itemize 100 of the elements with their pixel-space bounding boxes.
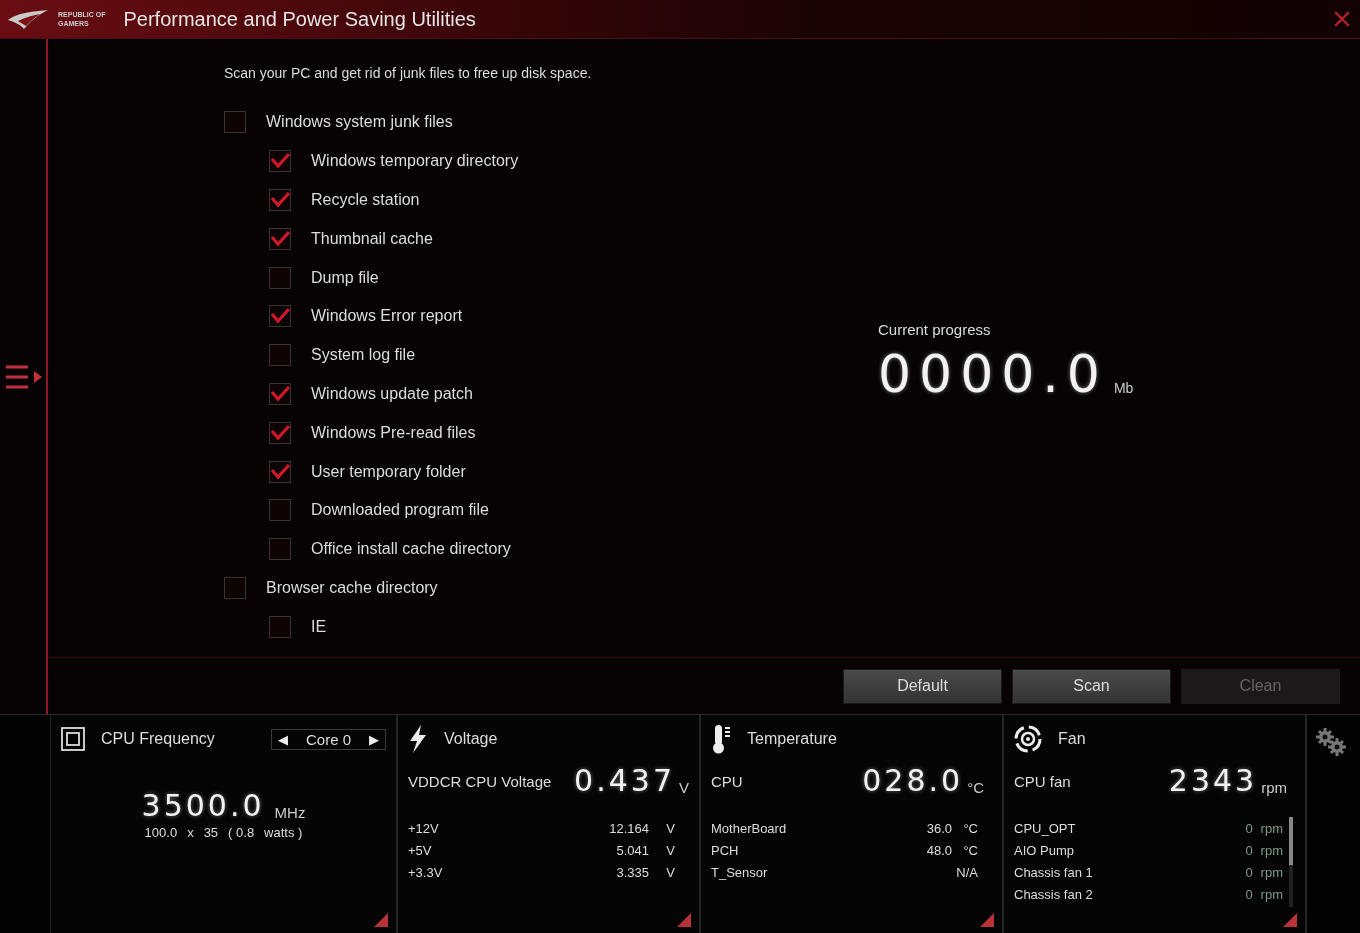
checkbox-label[interactable]: Thumbnail cache [311,229,433,248]
panel-title: CPU Frequency [101,730,215,748]
reading-value: 028.0 [862,766,964,796]
checkbox-label[interactable]: Recycle station [311,191,420,209]
panel-title: Voltage [444,730,498,748]
checkbox-label[interactable]: Windows Error report [311,307,463,326]
sensor-name: +3.3V [408,864,443,880]
reading-value: 0.437 [574,766,675,796]
checkbox-label[interactable]: Windows temporary directory [311,152,519,171]
settings-icon[interactable] [1315,727,1347,757]
sensor-name: +12V [408,820,439,836]
chip-icon [61,727,85,751]
sensor-unit: rpm [1260,864,1283,880]
unit-label: V [679,779,689,796]
sensor-name: T_Sensor [711,864,768,880]
reading-value: 2343 [1168,766,1258,796]
sensor-name: Chassis fan 2 [1014,886,1093,902]
frequency-detail: x [187,825,194,840]
unit-label: rpm [1261,779,1287,796]
fan-icon [1014,725,1042,753]
frequency-detail: ( 0.8 [228,825,255,840]
sensor-name: Chassis fan 1 [1014,864,1093,880]
resize-corner-icon[interactable] [677,913,691,927]
checkbox[interactable] [269,189,291,211]
resize-corner-icon[interactable] [980,913,994,927]
checkbox[interactable] [269,227,291,250]
sensor-name: PCH [711,842,739,858]
sensor-label: CPU fan [1014,772,1071,790]
sensor-label: VDDCR CPU Voltage [408,772,552,790]
sensor-unit: V [665,842,675,858]
checkbox[interactable] [269,538,291,561]
claw-logo-icon [6,8,50,30]
resize-corner-icon[interactable] [374,913,388,927]
sensor-value: N/A [956,864,978,880]
checkbox[interactable] [269,305,291,328]
action-button[interactable]: Scan [1012,668,1171,704]
sensor-value: 48.0 [926,842,952,858]
next-arrow[interactable]: ▶ [369,731,379,747]
action-button[interactable]: Default [843,668,1002,704]
checkbox-label[interactable]: Browser cache directory [266,578,438,597]
checkbox-label[interactable]: Windows system junk files [266,113,453,132]
sensor-unit: rpm [1260,820,1283,836]
sensor-name: MotherBoard [711,820,787,836]
sensor-unit: rpm [1260,842,1283,858]
sensor-value: 5.041 [616,842,649,858]
checkbox[interactable] [269,150,291,173]
reading-value: 3500.0 [141,791,265,821]
sensor-value: 3.335 [616,864,649,880]
checkbox[interactable] [224,111,246,134]
checkbox[interactable] [224,576,246,599]
sensor-name: CPU_OPT [1014,820,1076,836]
sensor-unit: rpm [1260,886,1283,902]
checkbox[interactable] [269,382,291,405]
previous-arrow[interactable]: ◀ [277,731,288,747]
close-icon[interactable] [1334,11,1350,27]
unit-label: Mb [1113,380,1134,398]
window-title: Performance and Power Saving Utilities [123,7,476,31]
sensor-value: 0 [1245,864,1253,880]
frequency-detail: 100.0 [144,825,178,840]
progress-label: Current progress [878,321,992,338]
checkbox[interactable] [269,344,291,367]
checkbox-label[interactable]: Windows Pre-read files [311,423,476,442]
checkbox-label[interactable]: IE [311,617,327,636]
progress-value: 0000.0 [878,348,1108,400]
checkbox[interactable] [269,460,291,483]
sensor-unit: °C [962,842,978,858]
unit-label: MHz [274,804,306,821]
sensor-value: 0 [1245,842,1253,858]
thermometer-icon [711,724,731,754]
sensor-value: 0 [1245,886,1253,902]
checkbox[interactable] [269,421,291,444]
checkbox-label[interactable]: System log file [311,346,416,365]
core-selector[interactable]: ◀ Core 0 ▶ [270,728,386,750]
sensor-value: 0 [1245,820,1253,836]
checkbox[interactable] [269,266,291,289]
sensor-unit: °C [962,820,978,836]
menu-icon[interactable] [6,363,44,390]
frequency-detail: watts ) [264,825,303,840]
sensor-label: CPU [711,772,743,790]
frequency-detail: 35 [203,825,219,840]
checkbox[interactable] [269,615,291,638]
checkbox[interactable] [269,499,291,522]
core-value: Core 0 [305,730,351,748]
scroll-bar[interactable] [1289,817,1293,907]
checkbox-label[interactable]: User temporary folder [311,462,466,481]
checkbox-label[interactable]: Downloaded program file [311,501,489,520]
description-text: Scan your PC and get rid of junk files to free up disk space. [224,65,593,81]
unit-label: °C [967,779,984,796]
sensor-name: +5V [408,842,432,858]
panel-title: Temperature [747,730,837,748]
sensor-unit: V [665,864,675,880]
checkbox-label[interactable]: Dump file [311,268,379,287]
resize-corner-icon[interactable] [1283,913,1297,927]
sensor-unit: V [665,820,675,836]
panel-title: Fan [1058,730,1086,748]
sensor-value: 12.164 [609,820,649,836]
sensor-value: 36.0 [926,820,952,836]
checkbox-label[interactable]: Windows update patch [311,384,473,403]
lightning-icon [408,725,428,753]
checkbox-label[interactable]: Office install cache directory [311,540,511,559]
